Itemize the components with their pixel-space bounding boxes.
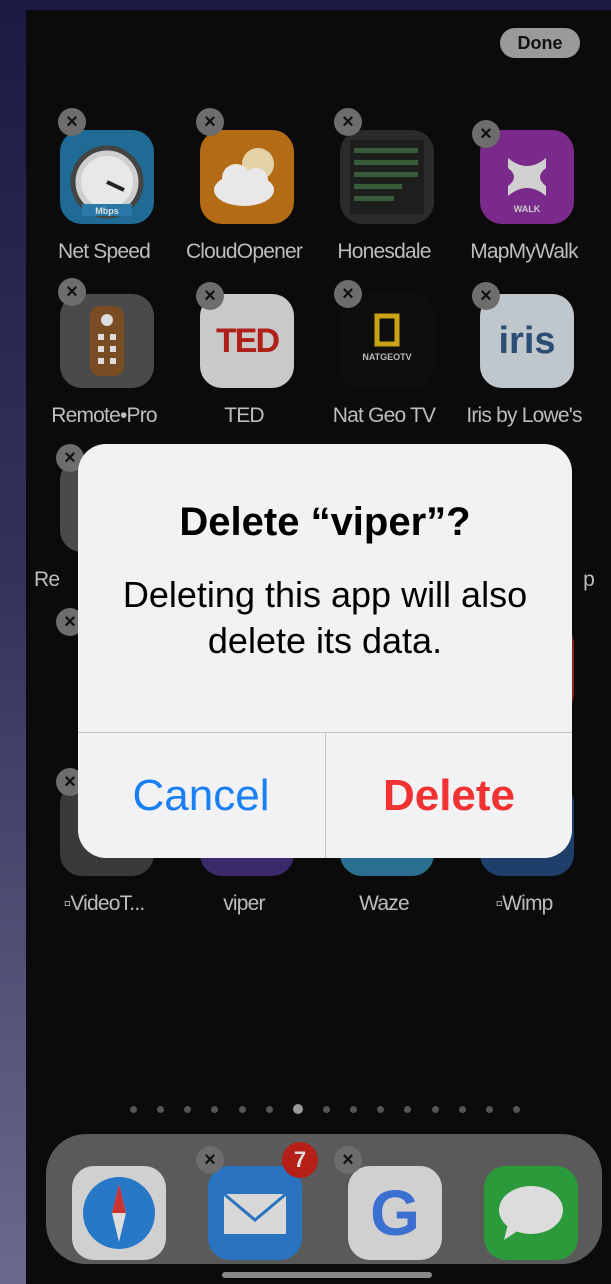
delete-badge-ted[interactable]: × [196,282,224,310]
delete-badge-cloudopener[interactable]: × [196,108,224,136]
page-dot [130,1105,137,1113]
done-button[interactable]: Done [500,28,580,58]
page-dot [485,1105,493,1113]
app-label: ▫VideoT... [63,892,146,915]
delete-badge-nat-geo-tv[interactable]: × [334,280,362,308]
cloud-sun-icon [200,130,294,224]
speech-bubble-icon[interactable] [484,1166,578,1260]
app-label: Nat Geo TV [332,404,436,427]
delete-badge-google[interactable]: × [334,1146,362,1174]
page-indicator[interactable] [130,1104,520,1114]
page-dot [431,1105,439,1113]
app-label: Remote•Pro [51,404,157,427]
delete-badge-mail[interactable]: × [196,1146,224,1174]
page-dot [350,1105,358,1113]
page-dot [211,1105,219,1113]
page-dot [458,1105,466,1113]
delete-badge-iris[interactable]: × [472,282,500,310]
google-g-icon[interactable]: G [348,1166,442,1260]
app-label: Iris by Lowe's [466,404,582,427]
list-widget-icon [340,130,434,224]
app-label: Net Speed [57,240,151,263]
page-dot [512,1105,520,1113]
delete-badge-remote-pro[interactable]: × [58,278,86,306]
app-label: ▫Wimp [495,892,553,915]
dock: G [46,1134,602,1264]
mail-notification-badge: 7 [282,1142,318,1178]
app-label: viper [223,892,265,915]
page-dot-active [292,1104,303,1114]
app-label: Honesdale [337,240,431,263]
app-label: CloudOpener [185,240,303,263]
envelope-icon[interactable] [208,1166,302,1260]
page-dot [377,1105,385,1113]
svg-text:WALK: WALK [514,204,541,214]
delete-badge-honesdale[interactable]: × [334,108,362,136]
app-label: MapMyWalk [470,240,578,263]
iris-house-icon: iris [480,294,574,388]
page-dot [184,1105,192,1113]
delete-button[interactable]: Delete [326,733,572,858]
page-dot [238,1105,246,1113]
alert-title: Delete “viper”? [179,500,471,544]
delete-app-alert: Delete “viper”? Deleting this app will a… [78,444,572,858]
svg-text:Mbps: Mbps [95,206,119,216]
cancel-button[interactable]: Cancel [78,733,324,858]
page-dot [265,1105,273,1113]
home-indicator[interactable] [222,1272,432,1278]
speedometer-icon: Mbps [60,130,154,224]
compass-icon[interactable] [72,1166,166,1260]
page-dot [404,1105,412,1113]
remote-control-icon [60,294,154,388]
page-dot [322,1105,330,1113]
page-dot [157,1105,165,1113]
app-label: TED [224,404,264,427]
delete-badge-mapmywalk[interactable]: × [472,120,500,148]
alert-message: Deleting this app will also delete its d… [122,574,528,661]
app-label: Waze [359,892,410,915]
delete-badge-net-speed[interactable]: × [58,108,86,136]
nat-geo-icon: NATGEOTV [340,294,434,388]
